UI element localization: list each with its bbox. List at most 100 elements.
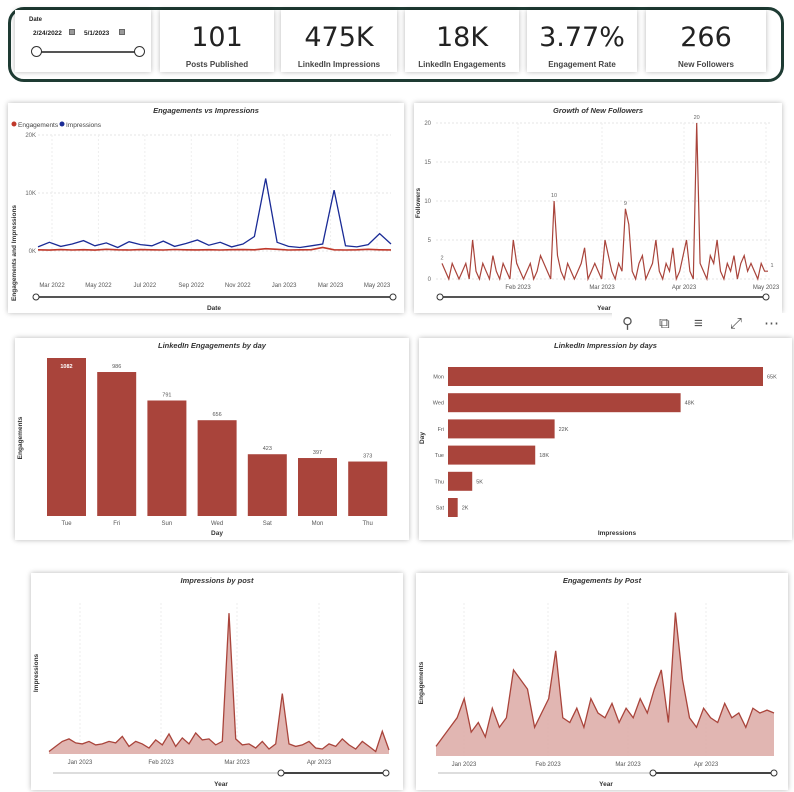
- x-axis-label: Year: [214, 781, 228, 788]
- kpi-card-engagement-rate: 3.77% Engagement Rate: [527, 10, 637, 72]
- data-label: 20: [694, 115, 700, 121]
- y-axis-label: Day: [419, 432, 426, 444]
- y-tick-label: 5: [428, 238, 432, 244]
- kpi-card-new-followers: 266 New Followers: [646, 10, 766, 72]
- end-date-input[interactable]: 5/1/2023: [84, 30, 109, 37]
- x-tick-label: Mon: [312, 521, 324, 527]
- data-label: 1082: [60, 364, 72, 370]
- more-options-icon[interactable]: ⋯: [764, 315, 779, 333]
- data-label: 791: [162, 392, 171, 398]
- area-fill: [436, 612, 774, 756]
- bar-wed[interactable]: [448, 393, 681, 413]
- bar-mon[interactable]: [448, 367, 763, 386]
- range-slider-end-handle[interactable]: [382, 769, 390, 777]
- x-axis-label: Impressions: [598, 530, 637, 537]
- x-tick-label: Mar 2023: [224, 760, 250, 766]
- data-label: 2: [440, 255, 443, 261]
- start-date-handle[interactable]: [31, 46, 42, 57]
- x-tick-label: Mar 2022: [39, 283, 65, 289]
- data-label: 656: [213, 412, 222, 418]
- bar-thu[interactable]: [348, 461, 388, 516]
- kpi-label: LinkedIn Engagements: [418, 60, 506, 69]
- x-tick-label: Feb 2023: [148, 760, 174, 766]
- y-tick-label: Tue: [435, 453, 444, 459]
- bar-tue[interactable]: [47, 358, 86, 516]
- copy-icon[interactable]: ⧉: [659, 315, 670, 333]
- data-label: 10: [551, 193, 557, 199]
- data-label: 1: [770, 263, 773, 269]
- kpi-value: 18K: [435, 22, 489, 53]
- bar-fri[interactable]: [97, 372, 137, 516]
- date-slicer[interactable]: Date 2/24/2022 5/1/2023: [15, 10, 151, 72]
- start-date-input[interactable]: 2/24/2022: [33, 30, 62, 37]
- data-label: 2K: [462, 506, 469, 512]
- y-tick-label: Mon: [433, 375, 444, 381]
- chart-engagements-vs-impressions[interactable]: Engagements vs Impressions Engagements I…: [8, 103, 404, 313]
- pin-icon[interactable]: ⚲: [622, 315, 633, 333]
- bar-wed[interactable]: [197, 420, 237, 516]
- y-tick-label: Thu: [435, 479, 444, 485]
- calendar-icon[interactable]: [119, 29, 125, 35]
- kpi-value: 475K: [304, 22, 374, 53]
- bar-sat[interactable]: [247, 454, 287, 516]
- area-fill: [49, 613, 389, 754]
- range-slider-start-handle[interactable]: [649, 769, 657, 777]
- x-tick-label: Thu: [363, 521, 373, 527]
- data-label: 9: [624, 201, 627, 207]
- range-slider-end-handle[interactable]: [389, 293, 397, 301]
- x-tick-label: Jan 2023: [68, 760, 93, 766]
- data-label: 65K: [767, 375, 777, 381]
- bar-sun[interactable]: [147, 400, 187, 516]
- y-tick-label: 20K: [25, 133, 36, 139]
- range-slider-end-handle[interactable]: [770, 769, 778, 777]
- range-slider-start-handle[interactable]: [436, 293, 444, 301]
- y-tick-label: 15: [424, 160, 431, 166]
- data-label: 48K: [685, 401, 695, 407]
- range-slider-start-handle[interactable]: [277, 769, 285, 777]
- x-tick-label: Feb 2023: [535, 762, 561, 768]
- bar-fri[interactable]: [448, 419, 555, 439]
- x-axis-label: Year: [599, 781, 613, 788]
- x-tick-label: Nov 2022: [225, 283, 251, 289]
- kpi-value: 101: [191, 22, 243, 53]
- x-tick-label: Jan 2023: [452, 762, 477, 768]
- x-axis-label: Year: [597, 305, 611, 312]
- visual-header-toolbar: ⚲ ⧉ ≡ ⤢ ⋯: [612, 313, 790, 337]
- area-line[interactable]: [48, 613, 390, 753]
- x-tick-label: Mar 2023: [318, 283, 344, 289]
- y-axis-label: Followers: [415, 187, 422, 218]
- chart-engagements-by-day[interactable]: LinkedIn Engagements by day 1082 Tue 986 Fr…: [15, 338, 409, 540]
- bar-thu[interactable]: [448, 471, 473, 491]
- data-label: 397: [313, 450, 322, 456]
- chart-growth-of-new-followers[interactable]: Growth of New Followers 0 5 10 15 20 Feb 2023…: [414, 103, 782, 313]
- chart-impressions-by-days[interactable]: LinkedIn Impression by days 65K Mon 48K Wed…: [419, 338, 792, 540]
- data-label: 986: [112, 364, 121, 370]
- bar-tue[interactable]: [448, 445, 536, 465]
- y-tick-label: 0K: [29, 249, 36, 255]
- end-date-handle[interactable]: [134, 46, 145, 57]
- range-slider-end-handle[interactable]: [762, 293, 770, 301]
- y-tick-label: 10: [424, 199, 431, 205]
- series-line-impressions[interactable]: [37, 178, 392, 249]
- bar-mon[interactable]: [298, 458, 337, 516]
- focus-mode-icon[interactable]: ⤢: [730, 315, 742, 333]
- x-tick-label: Tue: [61, 521, 72, 527]
- x-tick-label: Apr 2023: [694, 762, 719, 768]
- date-range-track[interactable]: [35, 51, 139, 53]
- data-label: 373: [363, 454, 372, 460]
- y-tick-label: Fri: [438, 427, 444, 433]
- kpi-card-engagements: 18K LinkedIn Engagements: [405, 10, 519, 72]
- chart-engagements-by-post[interactable]: Engagements by Post Jan 2023 Feb 2023 Mar …: [416, 573, 788, 790]
- range-slider-start-handle[interactable]: [32, 293, 40, 301]
- bar-sat[interactable]: [448, 498, 458, 517]
- chart-canvas: 1082 Tue 986 Fri 791 Sun 656 Wed 423 Sat 397 Mon 373…: [17, 358, 388, 537]
- chart-canvas: 65K Mon 48K Wed 22K Fri 18K Tue 5K Thu 2K Sat Day I…: [419, 367, 777, 537]
- x-tick-label: Sun: [162, 521, 173, 527]
- x-tick-label: Jul 2022: [134, 283, 157, 289]
- series-line-engagements[interactable]: [37, 246, 392, 251]
- calendar-icon[interactable]: [69, 29, 75, 35]
- legend: Engagements Impressions: [11, 121, 102, 129]
- filter-icon[interactable]: ≡: [694, 315, 703, 333]
- chart-impressions-by-post[interactable]: Impressions by post Jan 2023 Feb 2023 Mar …: [31, 573, 403, 790]
- x-tick-label: Feb 2023: [505, 285, 531, 291]
